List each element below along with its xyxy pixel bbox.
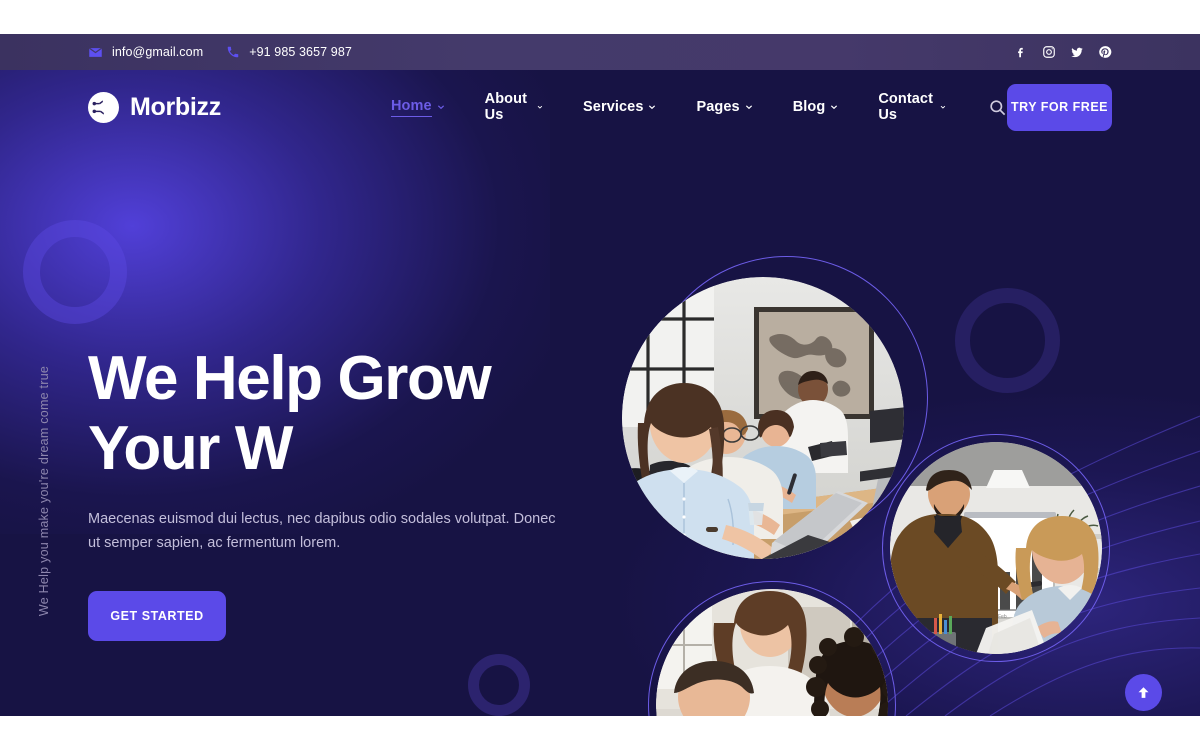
vertical-tagline: We Help you make you're dream come true <box>37 365 51 617</box>
collaboration-photo <box>656 589 888 716</box>
topbar-phone-text: +91 985 3657 987 <box>249 45 352 59</box>
topbar-email-text: info@gmail.com <box>112 45 204 59</box>
chevron-down-icon <box>437 105 444 110</box>
chevron-down-icon <box>831 105 838 110</box>
scroll-to-top-button[interactable] <box>1125 674 1162 711</box>
phone-icon <box>225 45 240 60</box>
presentation-photo: JanFebMarApr <box>890 442 1102 654</box>
hero-section: info@gmail.com +91 985 3657 987 Morbizz … <box>0 34 1200 716</box>
nav-item-pages-label: Pages <box>696 99 740 115</box>
logo-text: Morbizz <box>130 92 221 121</box>
envelope-icon <box>88 45 103 60</box>
nav-item-about-us-label: About Us <box>484 91 528 123</box>
nav-item-contact-us-label: Contact Us <box>878 91 934 123</box>
chevron-down-icon <box>537 105 543 109</box>
try-for-free-button[interactable]: TRY FOR FREE <box>1007 83 1112 131</box>
topbar-email[interactable]: info@gmail.com <box>88 45 203 60</box>
nav-item-about-us[interactable]: About Us <box>465 91 563 123</box>
topbar-contact-group: info@gmail.com +91 985 3657 987 <box>88 45 352 60</box>
chevron-down-icon <box>745 105 752 110</box>
logo[interactable]: Morbizz <box>88 91 221 123</box>
main-navigation: Home About Us Services Pages Blog Contac… <box>371 91 1007 123</box>
hero-content: We Help Grow Your W Maecenas euismod dui… <box>88 344 608 642</box>
topbar: info@gmail.com +91 985 3657 987 <box>0 34 1200 70</box>
topbar-phone[interactable]: +91 985 3657 987 <box>225 45 352 60</box>
nav-item-services[interactable]: Services <box>563 99 676 115</box>
ring-decoration-large <box>23 220 127 324</box>
nav-item-services-label: Services <box>583 99 644 115</box>
page-title: We Help Grow Your W <box>88 344 608 484</box>
hero-title-line-2: Your W <box>88 414 293 484</box>
instagram-icon[interactable] <box>1042 45 1056 59</box>
hero-title-line-1: We Help Grow <box>88 344 492 413</box>
nav-item-contact-us[interactable]: Contact Us <box>858 91 966 123</box>
nav-item-blog[interactable]: Blog <box>773 99 859 115</box>
facebook-icon[interactable] <box>1014 45 1028 59</box>
pinterest-icon[interactable] <box>1098 45 1112 59</box>
svg-text:Feb: Feb <box>998 614 1007 620</box>
chevron-down-icon <box>649 105 656 110</box>
hero-paragraph: Maecenas euismod dui lectus, nec dapibus… <box>88 511 556 551</box>
ring-decoration-small <box>468 654 530 716</box>
ring-decoration-medium <box>955 288 1060 393</box>
team-meeting-photo <box>622 277 904 559</box>
arrow-up-icon <box>1138 687 1149 698</box>
nav-item-blog-label: Blog <box>792 99 826 115</box>
nav-item-home[interactable]: Home <box>371 98 465 117</box>
nav-item-home-label: Home <box>390 98 432 117</box>
get-started-button[interactable]: GET STARTED <box>88 591 226 642</box>
chevron-down-icon <box>940 105 946 109</box>
network-globe-icon <box>88 91 119 123</box>
site-header: Morbizz Home About Us Services Pages Blo… <box>0 70 1200 144</box>
page-root: info@gmail.com +91 985 3657 987 Morbizz … <box>0 0 1200 750</box>
search-icon[interactable] <box>988 96 1007 118</box>
nav-item-pages[interactable]: Pages <box>676 99 772 115</box>
topbar-social-group <box>1014 45 1112 59</box>
twitter-icon[interactable] <box>1070 45 1084 59</box>
